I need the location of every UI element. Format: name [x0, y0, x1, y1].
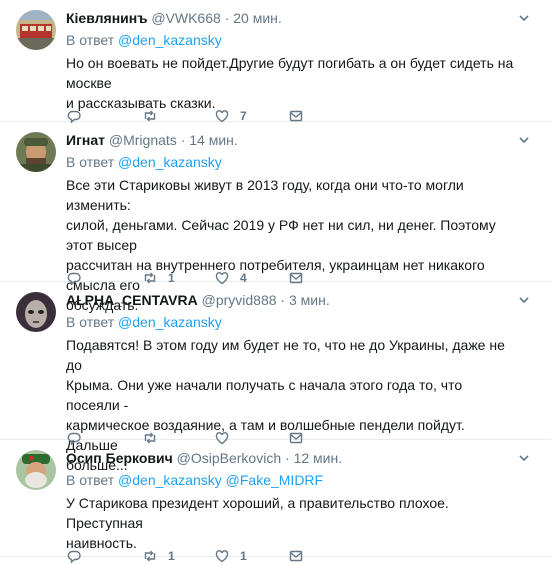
envelope-icon [288, 548, 304, 564]
timestamp[interactable]: 20 мин. [233, 10, 282, 26]
tweet-actions: 11 [66, 547, 306, 565]
reply-context: В ответ @den_kazansky [66, 31, 222, 49]
tweet[interactable]: Кiевлянинъ @VWK668 · 20 мин. В ответ @den… [0, 0, 551, 124]
reply-context: В ответ @den_kazansky [66, 153, 222, 171]
user-handle[interactable]: @Mrignats [109, 132, 177, 148]
user-handle[interactable]: @VWK668 [151, 10, 220, 26]
display-name[interactable]: Осип Беркович [66, 450, 173, 466]
reply-to-label: В ответ [66, 154, 115, 170]
mention-link[interactable]: @den_kazansky [118, 314, 222, 330]
retweet-icon [142, 548, 158, 564]
display-name[interactable]: ALPHA_CENTAVRA [66, 292, 198, 308]
reply-icon [66, 548, 82, 564]
tweet-header: Игнат @Mrignats · 14 мин. [66, 131, 535, 149]
mention-link[interactable]: @den_kazansky [118, 32, 222, 48]
tweet-text: Но он воевать не пойдет.Другие будут пог… [66, 53, 516, 113]
tweet-text-line: Подавятся! В этом году им будет не то, ч… [66, 337, 505, 373]
like-count: 7 [240, 109, 247, 123]
reply-to-label: В ответ [66, 472, 115, 488]
tweet-text-line: Крыма. Они уже начали получать с начала … [66, 377, 463, 413]
like-button[interactable]: 1 [214, 547, 247, 565]
reply-to-label: В ответ [66, 32, 115, 48]
chevron-down-icon[interactable] [517, 11, 531, 25]
tweet-text-line: Все эти Стариковы живут в 2013 году, ког… [66, 177, 464, 213]
avatar[interactable] [16, 450, 56, 490]
separator-dot: · [285, 450, 290, 466]
tweet[interactable]: Игнат @Mrignats · 14 мин. В ответ @den_ka… [0, 122, 551, 313]
heart-icon [214, 548, 230, 564]
direct-message-button[interactable] [288, 547, 304, 565]
mention-link[interactable]: @den_kazansky [118, 154, 222, 170]
reply-context: В ответ @den_kazansky [66, 313, 222, 331]
tweet-header: ALPHA_CENTAVRA @pryvid888 · 3 мин. [66, 291, 535, 309]
tweet-text-line: Но он воевать не пойдет.Другие будут пог… [66, 55, 514, 91]
timestamp[interactable]: 14 мин. [189, 132, 238, 148]
tweet[interactable]: Осип Беркович @OsipBerkovich · 12 мин. В … [0, 440, 551, 564]
tweet-header: Осип Беркович @OsipBerkovich · 12 мин. [66, 449, 535, 467]
separator-dot: · [280, 292, 286, 308]
tweet-header: Кiевлянинъ @VWK668 · 20 мин. [66, 9, 535, 27]
avatar[interactable] [16, 132, 56, 172]
timestamp[interactable]: 12 мин. [294, 450, 343, 466]
chevron-down-icon[interactable] [517, 451, 531, 465]
tweet-text-line: силой, деньгами. Сейчас 2019 у РФ нет ни… [66, 217, 496, 253]
mention-link[interactable]: @Fake_MIDRF [226, 472, 323, 488]
tweet[interactable]: ALPHA_CENTAVRA @pryvid888 · 3 мин. В отве… [0, 282, 551, 473]
avatar[interactable] [16, 10, 56, 50]
retweet-button[interactable]: 1 [142, 547, 175, 565]
separator-dot: · [224, 10, 230, 26]
reply-context: В ответ @den_kazansky @Fake_MIDRF [66, 471, 323, 489]
avatar[interactable] [16, 292, 56, 332]
reply-to-label: В ответ [66, 314, 115, 330]
chevron-down-icon[interactable] [517, 133, 531, 147]
reply-button[interactable] [66, 547, 92, 565]
tweet-text-line: У Старикова президент хороший, а правите… [66, 495, 449, 531]
chevron-down-icon[interactable] [517, 293, 531, 307]
display-name[interactable]: Игнат [66, 132, 105, 148]
retweet-count: 1 [168, 549, 175, 563]
timestamp[interactable]: 3 мин. [289, 292, 330, 308]
display-name[interactable]: Кiевлянинъ [66, 10, 147, 26]
user-handle[interactable]: @OsipBerkovich [177, 450, 281, 466]
like-count: 1 [240, 549, 247, 563]
tweet-text: У Старикова президент хороший, а правите… [66, 493, 516, 553]
mention-link[interactable]: @den_kazansky [118, 472, 222, 488]
separator-dot: · [180, 132, 186, 148]
user-handle[interactable]: @pryvid888 [202, 292, 277, 308]
